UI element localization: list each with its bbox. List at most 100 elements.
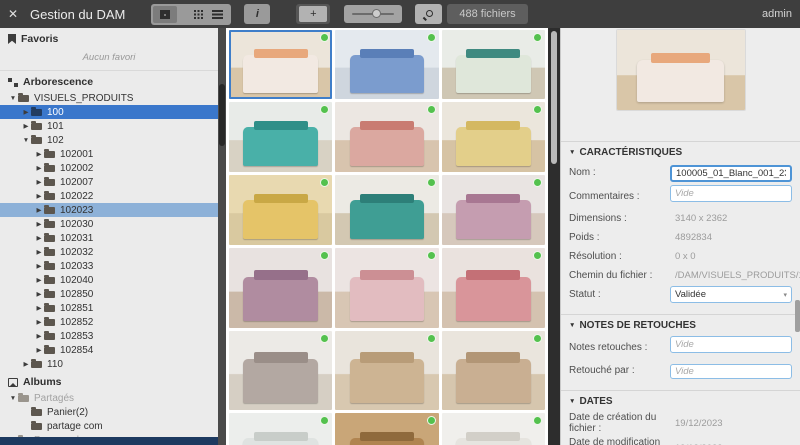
thumbnail-1[interactable] [229,30,332,99]
field-control [670,361,792,379]
comment-textarea[interactable] [670,336,792,353]
tree-item-102851[interactable]: ▶102851 [0,301,218,315]
tree-item-102007[interactable]: ▶ 102007 [0,175,218,189]
sidebar-scrollbar[interactable] [218,28,226,445]
section-header-notes-de-retouches[interactable]: ▼NOTES DE RETOUCHES [569,320,792,331]
bed-photo-shape [456,359,530,402]
caret-icon[interactable]: ▶ [34,332,44,340]
caret-icon[interactable]: ▶ [34,192,44,200]
thumbnail-8[interactable] [335,175,438,245]
tree-item-102852[interactable]: ▶102852 [0,315,218,329]
album-item-partagés[interactable]: ▼Partagés [0,391,218,405]
thumbnail-12[interactable] [442,248,545,328]
tree-item-102002[interactable]: ▶102002 [0,161,218,175]
thumbnail-grid [226,28,548,445]
tree-item-110[interactable]: ▶110 [0,357,218,371]
tree-item-102040[interactable]: ▶102040 [0,273,218,287]
caret-icon[interactable]: ▶ [21,108,31,116]
section-header-dates[interactable]: ▼DATES [569,396,792,407]
thumbnail-16[interactable] [229,413,332,445]
tree-item-102033[interactable]: ▶102033 [0,259,218,273]
tree-item-102031[interactable]: ▶102031 [0,231,218,245]
thumbnail-11[interactable] [335,248,438,328]
close-icon[interactable]: ✕ [8,7,22,21]
caret-icon[interactable]: ▶ [34,318,44,326]
caret-icon[interactable]: ▶ [21,122,31,130]
selected-image-preview[interactable] [617,30,745,110]
thumbnail-10[interactable] [229,248,332,328]
caret-icon[interactable]: ▼ [8,395,18,402]
caret-icon[interactable]: ▶ [34,290,44,298]
caret-icon[interactable]: ▶ [34,304,44,312]
grid-scrollbar[interactable] [548,28,560,445]
caret-icon[interactable]: ▶ [34,276,44,284]
tree-item-102854[interactable]: ▶102854 [0,343,218,357]
pillow-shape [651,53,710,63]
albums-header[interactable]: Albums [0,371,218,391]
thumbnail-18[interactable] [442,413,545,445]
comment-textarea[interactable] [670,185,792,202]
caret-icon[interactable]: ▼ [8,95,18,102]
thumbnail-3[interactable] [442,30,545,99]
tree-item-102[interactable]: ▼102 [0,133,218,147]
section-header-caracteristiques[interactable]: ▼CARACTÉRISTIQUES [569,147,792,158]
caret-icon[interactable]: ▶ [34,234,44,242]
tree-item-102030[interactable]: ▶102030 [0,217,218,231]
album-item-partage-com[interactable]: ▶partage com [0,419,218,433]
slider-knob[interactable] [372,9,381,18]
field-label: Nom : [569,167,670,178]
tree-item-label: 102007 [60,177,93,188]
album-item-panier(2)[interactable]: ▶Panier(2) [0,405,218,419]
text-input[interactable] [670,364,792,379]
zoom-slider[interactable] [344,5,402,23]
caret-icon[interactable]: ▶ [34,248,44,256]
view-grid-button[interactable] [179,6,203,23]
folder-icon [31,123,42,130]
info-button[interactable]: i [244,4,270,24]
thumbnail-14[interactable] [335,331,438,410]
caret-icon[interactable]: ▶ [34,346,44,354]
tree-item-102022[interactable]: ▶102022 [0,189,218,203]
field-label: Résolution : [569,251,670,262]
tree-item-102023[interactable]: ▶102023 [0,203,218,217]
thumbnail-7[interactable] [229,175,332,245]
thumbnail-6[interactable] [442,102,545,172]
caret-icon[interactable]: ▶ [34,164,44,172]
thumbnail-5[interactable] [335,102,438,172]
thumbnail-17[interactable] [335,413,438,445]
view-list-button[interactable] [205,6,229,23]
tree-header[interactable]: Arborescence [0,71,218,91]
folder-icon [44,193,55,200]
thumbnail-2[interactable] [335,30,438,99]
search-button[interactable] [415,4,442,24]
caret-icon[interactable]: ▶ [34,150,44,158]
tree-item-102001[interactable]: ▶102001 [0,147,218,161]
thumbnail-13[interactable] [229,331,332,410]
thumbnail-4[interactable] [229,102,332,172]
view-mosaic-button[interactable] [153,6,177,23]
tree-item-visuels_produits[interactable]: ▼VISUELS_PRODUITS [0,91,218,105]
status-select[interactable]: Validée▾ [670,286,792,303]
caret-icon[interactable]: ▶ [34,206,44,214]
tree-item-101[interactable]: ▶101 [0,119,218,133]
thumbnail-15[interactable] [442,331,545,410]
caret-icon[interactable]: ▼ [21,137,31,144]
name-input[interactable] [670,165,792,182]
favorites-header[interactable]: Favoris [0,28,218,48]
caret-icon[interactable]: ▶ [34,262,44,270]
panel-scrollbar[interactable] [795,28,800,445]
tree-item-100[interactable]: ▶100 [0,105,218,119]
caret-icon[interactable]: ▶ [34,220,44,228]
sidebar-scrollbar-thumb[interactable] [219,84,225,146]
panel-scrollbar-thumb[interactable] [795,300,800,332]
app-title: Gestion du DAM [30,7,125,22]
tree-item-102853[interactable]: ▶102853 [0,329,218,343]
add-button[interactable]: + [299,6,327,22]
tree-item-102850[interactable]: ▶102850 [0,287,218,301]
thumbnail-9[interactable] [442,175,545,245]
grid-scrollbar-thumb[interactable] [551,31,557,164]
tree-item-102032[interactable]: ▶102032 [0,245,218,259]
tree-item-partial[interactable] [0,437,218,445]
caret-icon[interactable]: ▶ [21,360,31,368]
caret-icon[interactable]: ▶ [34,178,44,186]
